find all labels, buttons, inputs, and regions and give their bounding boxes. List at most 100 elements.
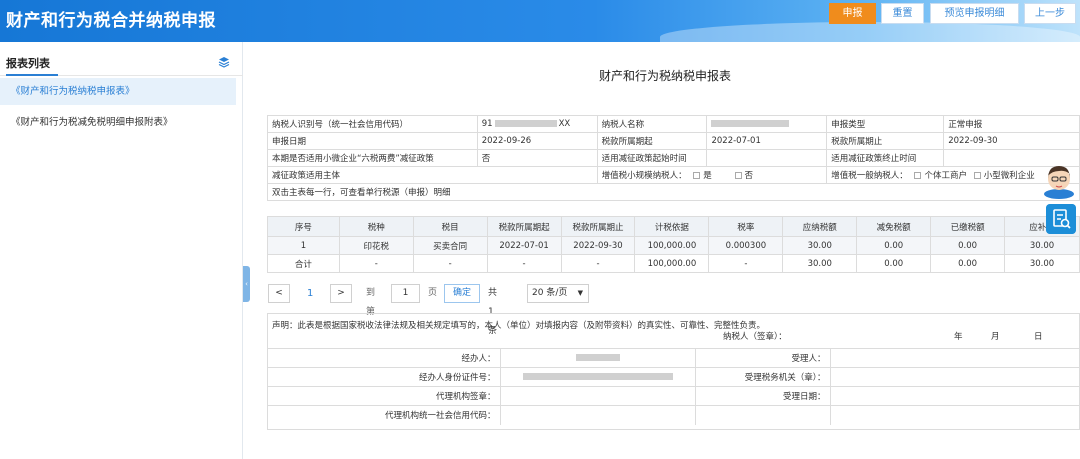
col-header: 应纳税额 [782,216,858,237]
col-header: 税目 [412,216,488,237]
layers-icon[interactable] [218,56,230,68]
taxpayer-id-value: 91 XX [476,115,598,133]
declare-date-value: 2022-09-26 [476,132,598,150]
prev-page-button[interactable]: < [268,284,290,303]
receiver-value [830,348,1079,368]
tax-office-value [830,367,1079,387]
goto-confirm-button[interactable]: 确定 [444,284,480,303]
agency-code-value [500,405,696,425]
handler-id-label: 经办人身份证件号： [268,367,501,387]
table-cell: 2022-07-01 [486,236,562,255]
period-end-value: 2022-09-30 [943,132,1080,150]
policy-value[interactable]: 否 [476,149,598,167]
sidebar-item-main-report[interactable]: 《财产和行为税纳税申报表》 [0,78,236,105]
table-cell: 30.00 [782,236,858,255]
col-header: 税款所属期起 [486,216,562,237]
policy-start-label: 适用减征政策起始时间 [596,149,708,167]
goto-page-input[interactable]: 1 [391,284,420,303]
page-size-select[interactable]: 20 条/页 ▼ [527,284,589,303]
taxpayer-name-value [706,115,828,133]
table-cell: 1 [267,236,340,255]
header-decoration [660,22,1080,42]
table-cell: 100,000.00 [634,236,710,255]
grid-header-row: 序号 税种 税目 税款所属期起 税款所属期止 计税依据 税率 应纳税额 减免税额… [267,216,1080,237]
policy-end-label: 适用减征政策终止时间 [826,149,945,167]
small-vat-no-checkbox[interactable] [734,172,742,179]
sidebar-item-relief-schedule[interactable]: 《财产和行为税减免税明细申报附表》 [0,109,236,136]
declare-type-label: 申报类型 [826,115,945,133]
col-header: 计税依据 [634,216,710,237]
prev-step-button[interactable]: 上一步 [1024,3,1076,24]
table-cell: 2022-09-30 [560,236,636,255]
empty-cell [695,405,831,425]
table-cell: 买卖合同 [412,236,488,255]
accept-date-value [830,386,1079,406]
col-header: 减免税额 [856,216,932,237]
table-row-total[interactable]: 合计 - - - - 100,000.00 - 30.00 0.00 0.00 … [267,254,1080,273]
receiver-label: 受理人： [695,348,831,368]
declaration-statement: 声明：此表是根据国家税收法律法规及相关规定填写的，本人（单位）对填报内容（及附带… [272,321,766,331]
grid-hint: 双击主表每一行，可查看单行税源（申报）明细 [267,183,1080,201]
empty-cell [830,405,1079,425]
individual-label: 个体工商户 [924,171,967,181]
next-page-button[interactable]: > [330,284,352,303]
sidebar-heading: 报表列表 [6,57,50,70]
micro-enterprise-checkbox[interactable] [973,172,981,179]
table-cell: - [486,254,562,273]
col-header: 税种 [338,216,414,237]
individual-checkbox[interactable] [914,172,922,179]
small-vat-no-label: 否 [744,171,754,181]
preview-button[interactable]: 预览申报明细 [930,3,1019,24]
table-cell: 30.00 [1004,236,1080,255]
app-title: 财产和行为税合并纳税申报 [6,11,216,31]
table-cell: 30.00 [782,254,858,273]
declare-date-label: 申报日期 [267,132,478,150]
sidebar-collapse-handle[interactable]: ‹ [243,266,250,302]
document-search-icon[interactable] [1046,204,1076,234]
col-header: 已缴税额 [930,216,1006,237]
table-cell: 100,000.00 [634,254,710,273]
col-header: 序号 [267,216,340,237]
period-end-label: 税款所属期止 [826,132,945,150]
policy-label: 本期是否适用小微企业“六税两费”减征政策 [267,149,478,167]
period-start-value: 2022-07-01 [706,132,828,150]
accept-date-label: 受理日期： [695,386,831,406]
table-row[interactable]: 1 印花税 买卖合同 2022-07-01 2022-09-30 100,000… [267,236,1080,255]
page-unit-label: 页 [428,288,438,298]
sidebar-heading-underline [6,74,58,76]
current-page[interactable]: 1 [307,284,313,303]
general-vat-label: 增值税一般纳税人： [831,171,908,181]
table-cell: 0.00 [856,254,932,273]
year-label: 年 [954,332,963,342]
small-vat-yes-label: 是 [703,171,712,181]
tax-detail-grid: 序号 税种 税目 税款所属期起 税款所属期止 计税依据 税率 应纳税额 减免税额… [267,216,1080,273]
table-cell: 合计 [267,254,340,273]
app-header: 财产和行为税合并纳税申报 申报 重置 预览申报明细 上一步 [0,0,1080,42]
agency-seal-value [500,386,696,406]
micro-enterprise-label: 小型微利企业 [983,171,1035,181]
agency-code-label: 代理机构统一社会信用代码： [268,405,501,425]
reset-button[interactable]: 重置 [881,3,924,24]
small-vat-label: 增值税小规模纳税人： [601,171,687,181]
policy-start-value [706,149,828,167]
handler-id-value [500,367,696,387]
declare-button[interactable]: 申报 [829,3,876,24]
assistant-avatar-icon[interactable] [1040,163,1078,199]
table-cell: 0.000300 [708,236,784,255]
declaration-section: 声明：此表是根据国家税收法律法规及相关规定填写的，本人（单位）对填报内容（及附带… [267,313,1080,430]
small-vat-yes-checkbox[interactable] [693,172,701,179]
signer-label: 纳税人（签章）： [723,332,787,342]
page-size-value: 20 条/页 [532,288,568,298]
declare-type-value: 正常申报 [943,115,1080,133]
signature-table: 经办人： 受理人： 经办人身份证件号： 受理税务机关（章）： 代理机构签章： 受… [268,348,1079,425]
table-cell: 印花税 [338,236,414,255]
table-cell: 0.00 [930,236,1006,255]
month-label: 月 [991,332,1000,342]
policy-subject-label: 减征政策适用主体 [267,166,598,184]
day-label: 日 [1034,332,1043,342]
taxpayer-name-label: 纳税人名称 [596,115,708,133]
table-cell: 30.00 [1004,254,1080,273]
taxpayer-id-label: 纳税人识别号（统一社会信用代码） [267,115,478,133]
handler-label: 经办人： [268,348,501,368]
period-start-label: 税款所属期起 [596,132,708,150]
